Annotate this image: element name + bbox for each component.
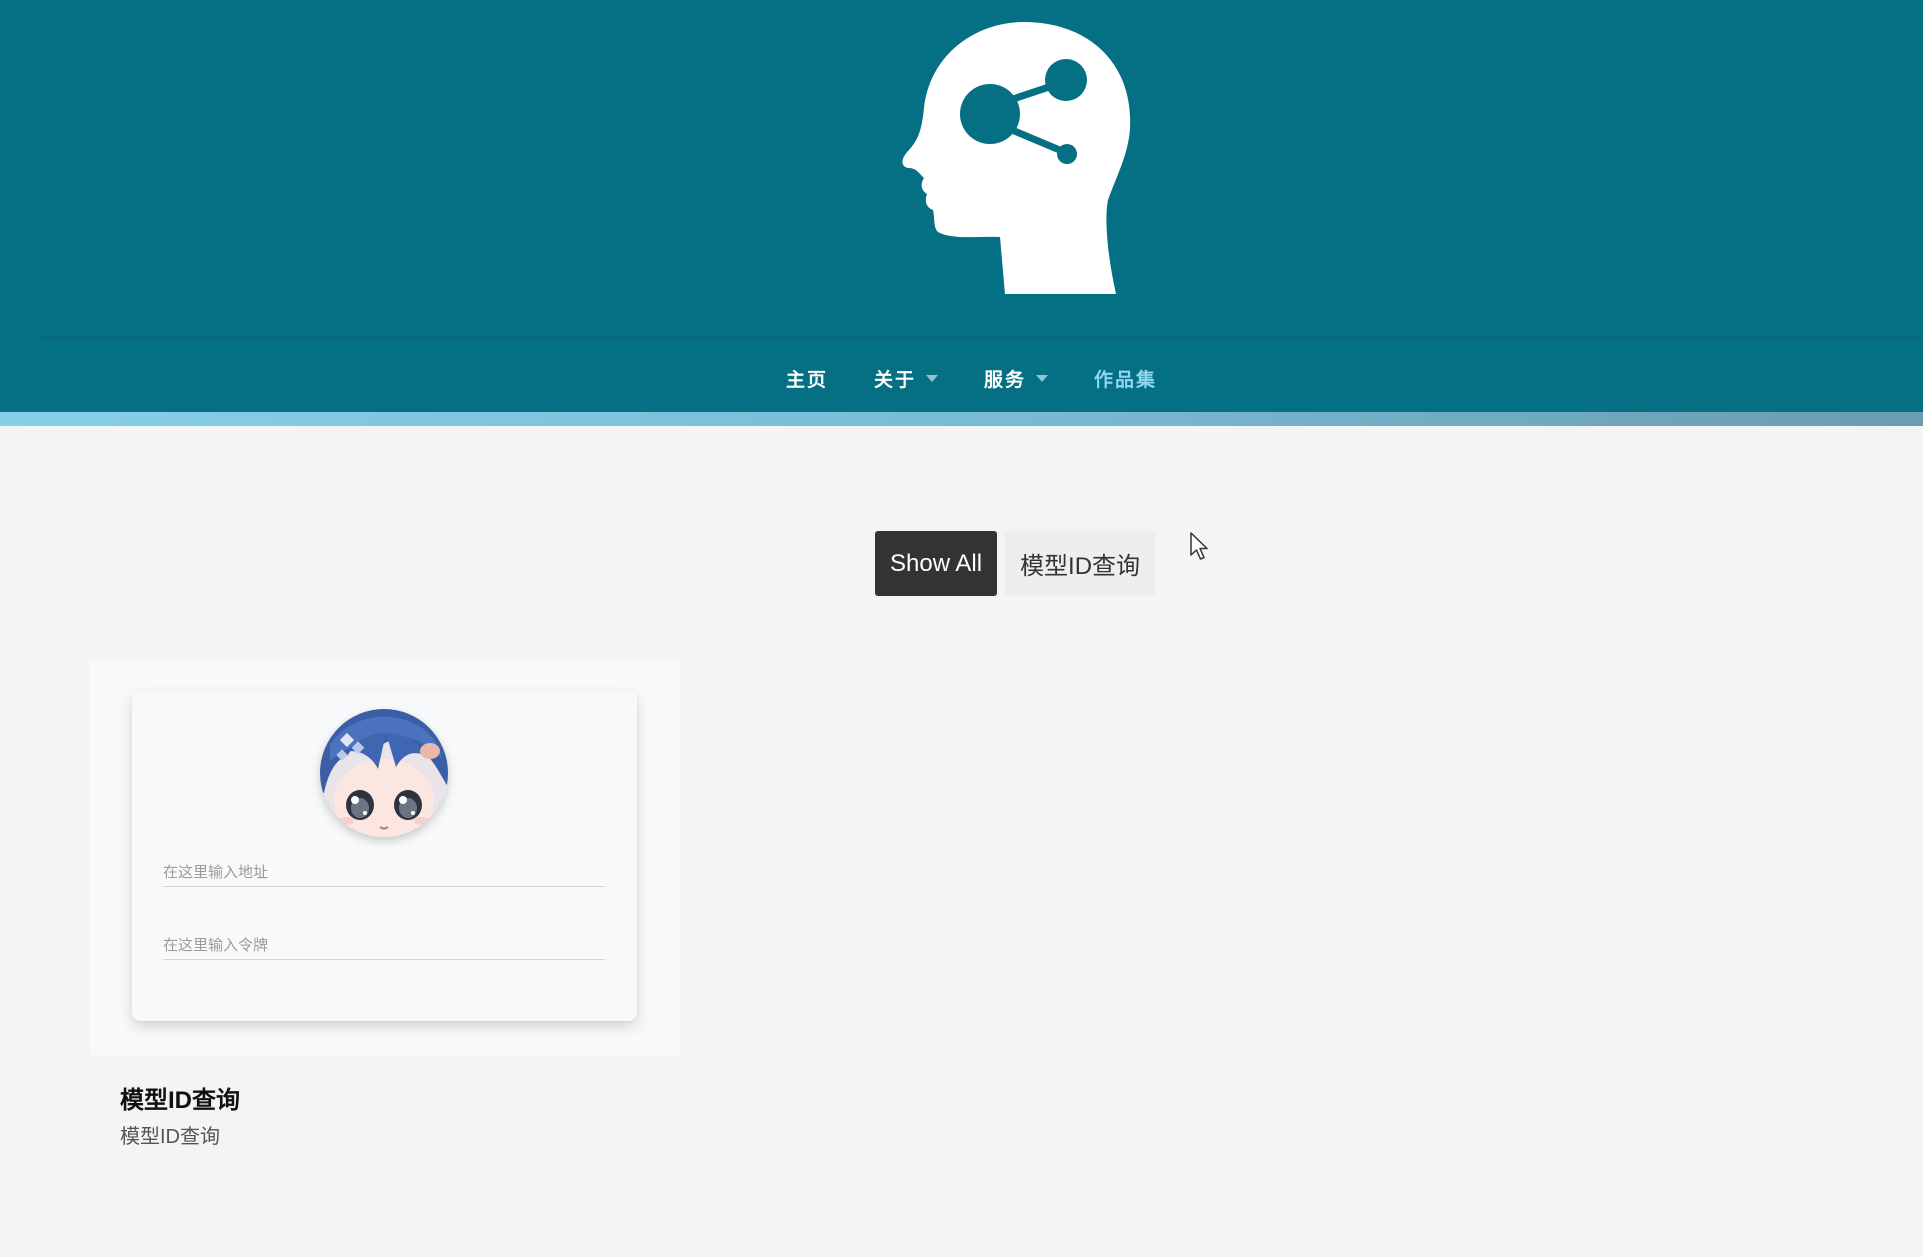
mouse-pointer-icon bbox=[1190, 532, 1208, 560]
caret-down-icon bbox=[1036, 374, 1049, 382]
portfolio-item-title[interactable]: 模型ID查询 bbox=[120, 1080, 240, 1115]
main-nav: 主页 关于 服务 作品集 bbox=[0, 362, 1923, 394]
portfolio-filters: Show All 模型ID查询 bbox=[875, 531, 1156, 596]
nav-item-services[interactable]: 服务 bbox=[984, 365, 1049, 392]
nav-item-portfolio[interactable]: 作品集 bbox=[1094, 365, 1157, 392]
nav-item-about[interactable]: 关于 bbox=[874, 365, 938, 392]
nav-label-home: 主页 bbox=[785, 368, 828, 391]
preview-form-card: 在这里输入地址 在这里输入令牌 bbox=[132, 691, 637, 1021]
site-header: 主页 关于 服务 作品集 bbox=[0, 0, 1923, 412]
filter-model-id-button[interactable]: 模型ID查询 bbox=[1005, 531, 1156, 596]
header-divider bbox=[40, 336, 1923, 337]
token-field: 在这里输入令牌 bbox=[163, 930, 605, 960]
anime-avatar-icon bbox=[320, 709, 448, 837]
portfolio-item-card[interactable]: 在这里输入地址 在这里输入令牌 bbox=[90, 661, 680, 1055]
nav-label-about: 关于 bbox=[873, 368, 916, 391]
nav-label-portfolio: 作品集 bbox=[1094, 368, 1158, 391]
nav-item-home[interactable]: 主页 bbox=[786, 365, 828, 392]
address-field: 在这里输入地址 bbox=[163, 857, 605, 887]
nav-label-services: 服务 bbox=[984, 368, 1027, 391]
portfolio-item-subtitle: 模型ID查询 bbox=[120, 1126, 220, 1148]
filter-show-all-button[interactable]: Show All bbox=[875, 531, 998, 596]
caret-down-icon bbox=[926, 374, 938, 382]
header-accent-bar bbox=[0, 412, 1923, 426]
head-network-icon[interactable] bbox=[900, 22, 1140, 294]
